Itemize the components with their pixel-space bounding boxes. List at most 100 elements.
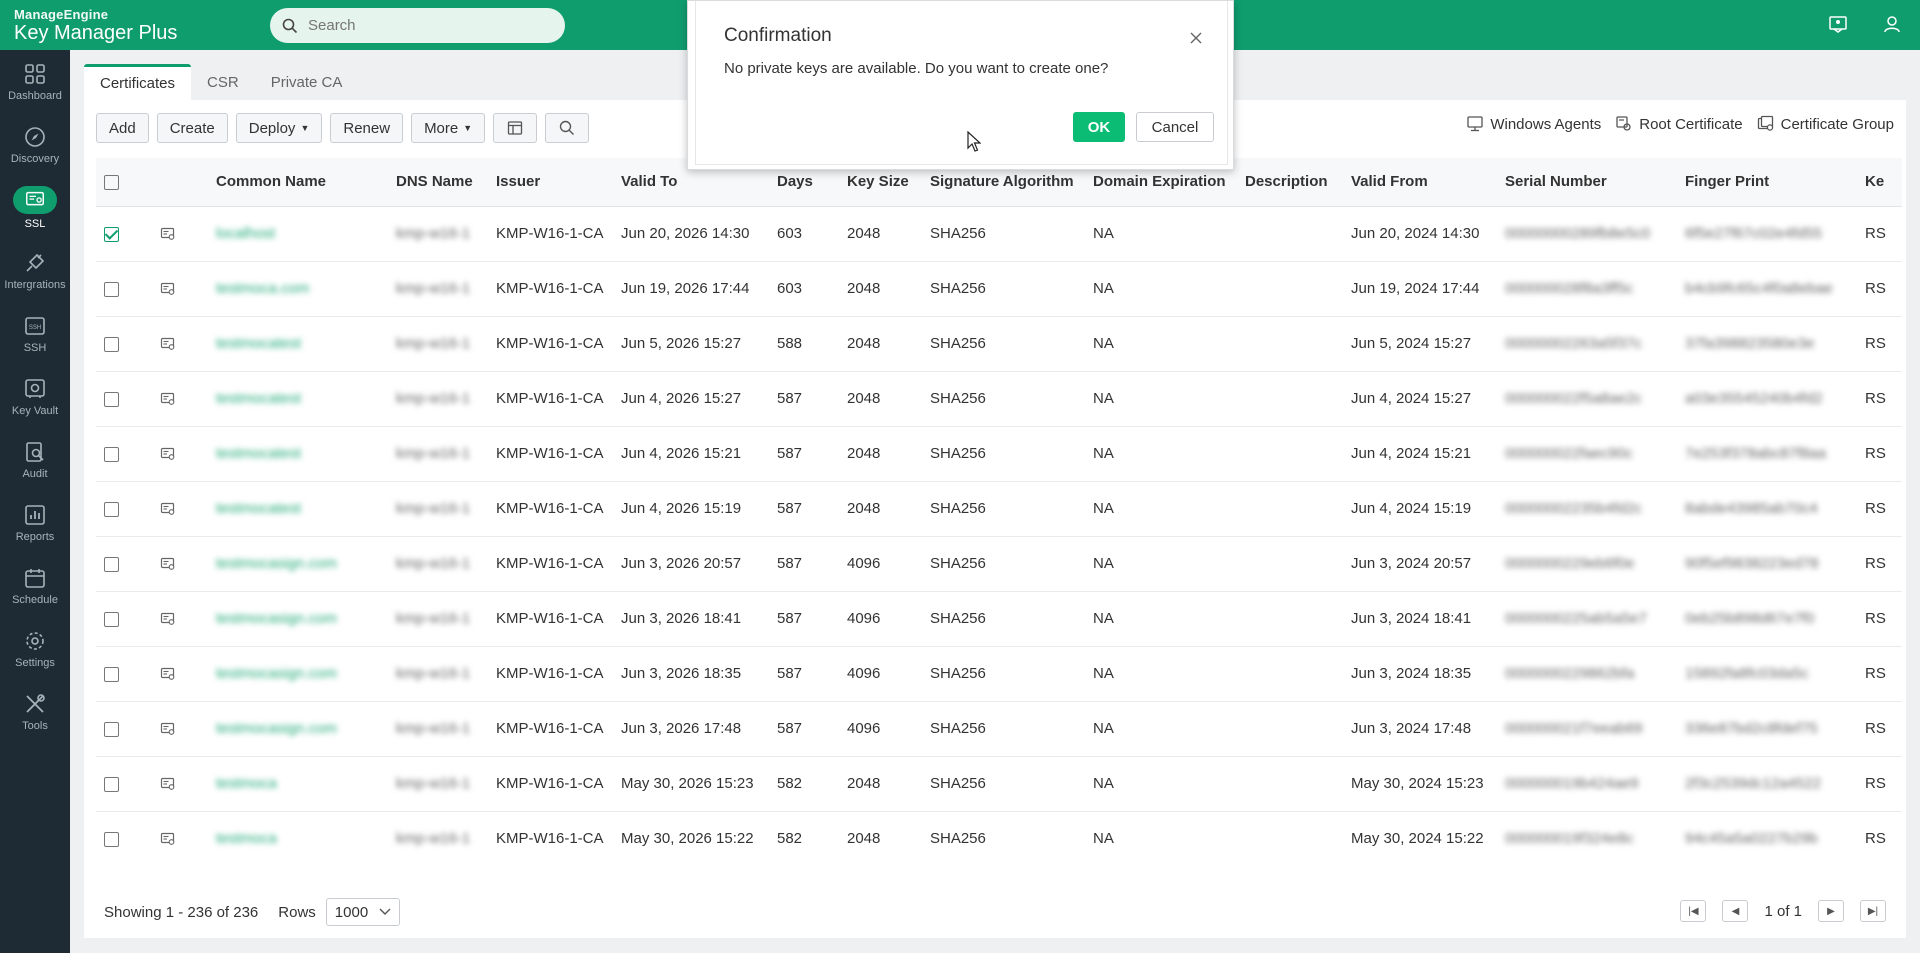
row-checkbox[interactable] [104,336,119,352]
renew-button[interactable]: Renew [330,113,404,143]
row-action-cell[interactable] [152,481,208,537]
sidebar-item-ssl[interactable]: SSL [0,176,70,239]
deploy-dropdown[interactable]: Deploy ▼ [235,113,323,143]
row-action-cell[interactable] [152,371,208,427]
sidebar-item-dashboard[interactable]: Dashboard [0,50,70,113]
close-icon[interactable] [1189,31,1203,45]
cancel-button[interactable]: Cancel [1136,112,1214,142]
sidebar-item-ssh[interactable]: SSH SSH [0,302,70,365]
certificate-details-icon[interactable] [160,721,176,737]
col-common-name[interactable]: Common Name [208,158,388,207]
row-checkbox[interactable] [104,831,119,847]
certificate-details-icon[interactable] [160,391,176,407]
table-row[interactable]: localhost kmp-w16-1 KMP-W16-1-CA Jun 20, 20… [96,206,1902,262]
table-row[interactable]: testmoca kmp-w16-1 KMP-W16-1-CA May 30, 202… [96,756,1902,812]
row-select-cell[interactable] [96,316,152,372]
row-checkbox[interactable] [104,501,119,517]
sidebar-item-tools[interactable]: Tools [0,680,70,743]
certificate-details-icon[interactable] [160,281,176,297]
row-checkbox[interactable] [104,391,119,407]
row-select-cell[interactable] [96,536,152,592]
row-action-cell[interactable] [152,206,208,262]
certificate-group-link[interactable]: Certificate Group [1757,115,1894,133]
cell-common-name[interactable]: testmocatest [208,481,388,537]
windows-agents-link[interactable]: Windows Agents [1466,115,1601,133]
row-select-cell[interactable] [96,371,152,427]
row-action-cell[interactable] [152,426,208,482]
cell-common-name[interactable]: testmoca [208,756,388,812]
global-search[interactable] [270,8,565,43]
select-all-checkbox[interactable] [104,174,119,190]
tab-certificates[interactable]: Certificates [84,64,192,100]
row-select-cell[interactable] [96,646,152,702]
table-row[interactable]: testmoca kmp-w16-1 KMP-W16-1-CA May 30, 202… [96,811,1902,858]
col-description[interactable]: Description [1237,158,1343,207]
rows-per-page-select[interactable]: 1000 [325,898,400,926]
cell-common-name[interactable]: testmocatest [208,316,388,372]
row-checkbox[interactable] [104,226,119,242]
row-checkbox[interactable] [104,611,119,627]
cell-common-name[interactable]: testmocasign.com [208,646,388,702]
row-select-cell[interactable] [96,591,152,647]
certificate-details-icon[interactable] [160,226,176,242]
col-valid-from[interactable]: Valid From [1343,158,1497,207]
user-icon[interactable] [1882,14,1902,34]
row-action-cell[interactable] [152,811,208,858]
row-checkbox[interactable] [104,556,119,572]
table-row[interactable]: testmocasign.com kmp-w16-1 KMP-W16-1-CA Jun… [96,701,1902,757]
row-checkbox[interactable] [104,281,119,297]
column-chooser-button[interactable] [493,113,538,143]
row-action-cell[interactable] [152,701,208,757]
row-action-cell[interactable] [152,646,208,702]
sidebar-item-intergrations[interactable]: Intergrations [0,239,70,302]
table-row[interactable]: testmocasign.com kmp-w16-1 KMP-W16-1-CA Jun… [96,591,1902,647]
certificate-details-icon[interactable] [160,666,176,682]
col-dns-name[interactable]: DNS Name [388,158,488,207]
row-action-cell[interactable] [152,591,208,647]
sidebar-item-key-vault[interactable]: Key Vault [0,365,70,428]
table-row[interactable]: testmocasign.com kmp-w16-1 KMP-W16-1-CA Jun… [96,536,1902,592]
row-action-cell[interactable] [152,756,208,812]
certificate-details-icon[interactable] [160,446,176,462]
first-page-button[interactable]: |◀ [1680,900,1707,922]
last-page-button[interactable]: ▶| [1860,900,1886,922]
certificate-details-icon[interactable] [160,611,176,627]
row-select-cell[interactable] [96,701,152,757]
row-action-cell[interactable] [152,536,208,592]
search-input[interactable] [308,17,528,34]
row-checkbox[interactable] [104,776,119,792]
root-certificate-link[interactable]: Root Certificate [1615,115,1743,133]
certificate-details-icon[interactable] [160,776,176,792]
table-row[interactable]: testmoca.com kmp-w16-1 KMP-W16-1-CA Jun 19,… [96,261,1902,317]
row-action-cell[interactable] [152,316,208,372]
sidebar-item-reports[interactable]: Reports [0,491,70,554]
next-page-button[interactable]: ▶ [1818,900,1844,922]
chat-icon[interactable] [1828,14,1848,34]
certificate-details-icon[interactable] [160,501,176,517]
more-dropdown[interactable]: More ▼ [411,113,486,143]
table-row[interactable]: testmocatest kmp-w16-1 KMP-W16-1-CA Jun 4, … [96,481,1902,537]
table-row[interactable]: testmocatest kmp-w16-1 KMP-W16-1-CA Jun 4, … [96,426,1902,482]
table-search-button[interactable] [545,113,590,143]
sidebar-item-settings[interactable]: Settings [0,617,70,680]
cell-common-name[interactable]: testmocasign.com [208,536,388,592]
sidebar-item-discovery[interactable]: Discovery [0,113,70,176]
cell-common-name[interactable]: testmocatest [208,426,388,482]
row-select-cell[interactable] [96,206,152,262]
cell-common-name[interactable]: testmoca.com [208,261,388,317]
add-button[interactable]: Add [96,113,149,143]
cell-common-name[interactable]: testmoca [208,811,388,858]
row-select-cell[interactable] [96,811,152,858]
table-row[interactable]: testmocasign.com kmp-w16-1 KMP-W16-1-CA Jun… [96,646,1902,702]
tab-csr[interactable]: CSR [191,64,255,100]
table-row[interactable]: testmocatest kmp-w16-1 KMP-W16-1-CA Jun 4, … [96,371,1902,427]
cell-common-name[interactable]: testmocasign.com [208,701,388,757]
row-checkbox[interactable] [104,666,119,682]
col-issuer[interactable]: Issuer [488,158,613,207]
brand-logo[interactable]: ManageEngine Key Manager Plus [0,7,270,44]
select-all-header[interactable] [96,158,152,207]
certificate-details-icon[interactable] [160,831,176,847]
sidebar-item-schedule[interactable]: Schedule [0,554,70,617]
row-checkbox[interactable] [104,446,119,462]
row-select-cell[interactable] [96,481,152,537]
